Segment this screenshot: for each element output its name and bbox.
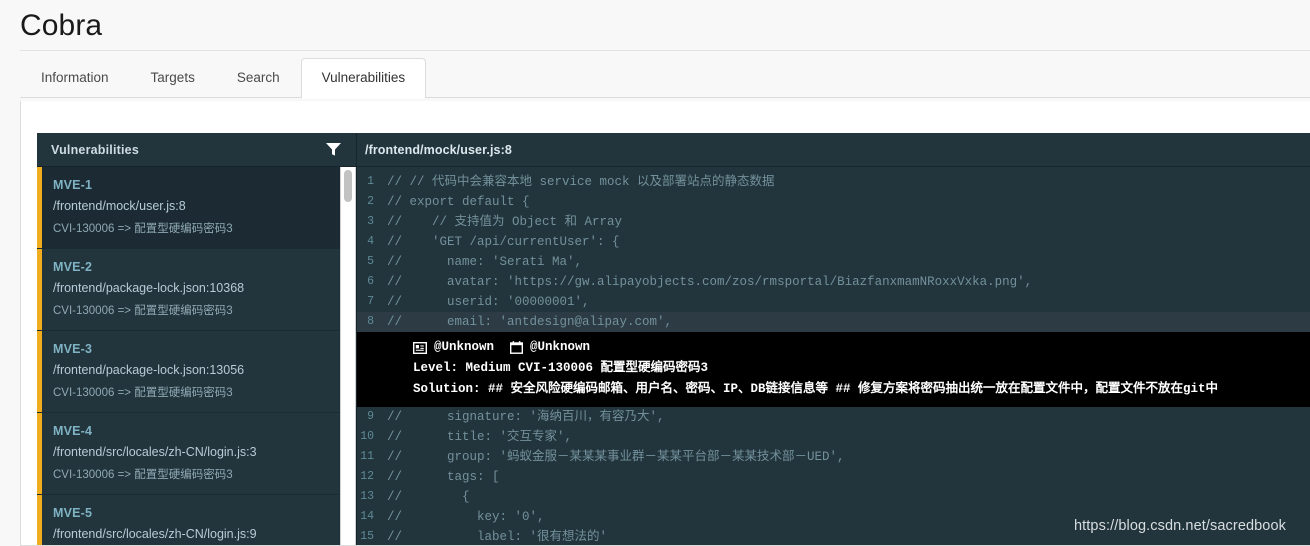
- code-line: 11 // group: '蚂蚁金服－某某某事业群－某某平台部－某某技术部－UED…: [357, 447, 1310, 467]
- vulnerability-id: MVE-1: [53, 178, 93, 192]
- vulnerability-annotation: @Unknown @Unknown Level: Medium CVI-130006…: [357, 332, 1310, 407]
- code-line: 8 // email: 'antdesign@alipay.com',: [357, 312, 1310, 332]
- vulnerability-list[interactable]: MVE-1/frontend/mock/user.js:8 CVI-130006 …: [37, 167, 340, 545]
- code-line: 6 // avatar: 'https://gw.alipayobjects.co…: [357, 272, 1310, 292]
- code-line-text: // 'GET /api/currentUser': {: [387, 235, 620, 249]
- sidebar-header: Vulnerabilities: [37, 133, 356, 167]
- code-line-number: 3: [367, 215, 374, 228]
- severity-indicator: [37, 413, 42, 494]
- code-line: 2 // export default {: [357, 192, 1310, 212]
- annotation-author: @Unknown: [434, 340, 495, 354]
- vulnerability-file-path: /frontend/src/locales/zh-CN/login.js:9: [53, 527, 257, 541]
- sidebar-title: Vulnerabilities: [51, 142, 139, 157]
- code-line-text: // {: [387, 490, 470, 504]
- code-line: 7 // userid: '00000001',: [357, 292, 1310, 312]
- tab-bar: Information Targets Search Vulnerabilities: [0, 51, 1310, 99]
- code-line-number: 8: [367, 315, 374, 328]
- tab-information[interactable]: Information: [20, 58, 130, 98]
- tab-vulnerabilities[interactable]: Vulnerabilities: [300, 58, 427, 99]
- code-line-number: 6: [367, 275, 374, 288]
- code-line-number: 7: [367, 295, 374, 308]
- contact-card-icon: [413, 341, 427, 354]
- code-line-number: 5: [367, 255, 374, 268]
- severity-indicator: [37, 495, 42, 545]
- vulnerability-list-item[interactable]: MVE-3/frontend/package-lock.json:13056 CV…: [37, 331, 340, 413]
- code-line: 3 // // 支持值为 Object 和 Array: [357, 212, 1310, 232]
- code-line-text: // title: '交互专家',: [387, 430, 573, 444]
- code-line-text: // // 支持值为 Object 和 Array: [387, 215, 623, 229]
- code-line: 5 // name: 'Serati Ma',: [357, 252, 1310, 272]
- filter-funnel-icon[interactable]: [325, 142, 342, 157]
- code-line-text: // email: 'antdesign@alipay.com',: [387, 315, 673, 329]
- content-card: Vulnerabilities MVE-1/frontend/mock/user…: [20, 101, 1310, 546]
- code-line-number: 15: [360, 530, 374, 543]
- vulnerability-workspace: Vulnerabilities MVE-1/frontend/mock/user…: [37, 133, 1310, 545]
- code-panel: /frontend/mock/user.js:8 1 // // 代码中会兼容本地…: [357, 133, 1310, 545]
- code-line-number: 14: [360, 510, 374, 523]
- annotation-meta: @Unknown @Unknown: [357, 337, 1310, 358]
- vulnerability-file-path: /frontend/package-lock.json:10368: [53, 281, 245, 295]
- code-viewer[interactable]: 1 // // 代码中会兼容本地 service mock 以及部署站点的静态数据…: [357, 167, 1310, 545]
- code-line: 12 // tags: [: [357, 467, 1310, 487]
- code-line-number: 10: [360, 430, 374, 443]
- severity-indicator: [37, 249, 42, 330]
- vulnerability-rule: CVI-130006 => 配置型硬编码密码3: [53, 387, 233, 399]
- severity-indicator: [37, 331, 42, 412]
- vulnerability-rule: CVI-130006 => 配置型硬编码密码3: [53, 305, 233, 317]
- code-line-number: 12: [360, 470, 374, 483]
- code-line: 1 // // 代码中会兼容本地 service mock 以及部署站点的静态数据: [357, 172, 1310, 192]
- vulnerability-id: MVE-5: [53, 506, 93, 520]
- vulnerability-id: MVE-3: [53, 342, 93, 356]
- vulnerability-id: MVE-2: [53, 260, 93, 274]
- vulnerability-list-item[interactable]: MVE-4/frontend/src/locales/zh-CN/login.j…: [37, 413, 340, 495]
- annotation-solution: Solution: ## 安全风险硬编码邮箱、用户名、密码、IP、DB链接信息等…: [413, 382, 1219, 396]
- code-line-text: // // 代码中会兼容本地 service mock 以及部署站点的静态数据: [387, 175, 775, 189]
- code-line-number: 4: [367, 235, 374, 248]
- annotation-date: @Unknown: [530, 340, 591, 354]
- code-line-text: // tags: [: [387, 470, 500, 484]
- code-line-text: // signature: '海纳百川，有容乃大',: [387, 410, 665, 424]
- code-line: 10 // title: '交互专家',: [357, 427, 1310, 447]
- code-line-text: // group: '蚂蚁金服－某某某事业群－某某平台部－某某技术部－UED',: [387, 450, 845, 464]
- sidebar-scrollbar[interactable]: [340, 167, 356, 545]
- tab-search[interactable]: Search: [216, 58, 301, 98]
- annotation-level: Level: Medium CVI-130006 配置型硬编码密码3: [413, 361, 709, 375]
- vulnerability-list-item[interactable]: MVE-1/frontend/mock/user.js:8 CVI-130006 …: [37, 167, 340, 249]
- watermark: https://blog.csdn.net/sacredbook: [1074, 518, 1286, 534]
- code-line: 4 // 'GET /api/currentUser': {: [357, 232, 1310, 252]
- code-line-text: // avatar: 'https://gw.alipayobjects.com…: [387, 275, 1033, 289]
- code-line: 13 // {: [357, 487, 1310, 507]
- vulnerability-id: MVE-4: [53, 424, 93, 438]
- calendar-icon: [510, 341, 524, 354]
- code-line-number: 13: [360, 490, 374, 503]
- vulnerability-list-item[interactable]: MVE-5/frontend/src/locales/zh-CN/login.j…: [37, 495, 340, 545]
- sidebar-scrollbar-thumb[interactable]: [344, 170, 352, 202]
- vulnerability-sidebar: Vulnerabilities MVE-1/frontend/mock/user…: [37, 133, 357, 545]
- code-line-number: 2: [367, 195, 374, 208]
- severity-indicator: [37, 167, 42, 248]
- vulnerability-file-path: /frontend/mock/user.js:8: [53, 199, 186, 213]
- code-line-number: 1: [367, 175, 374, 188]
- code-file-path: /frontend/mock/user.js:8: [365, 142, 512, 157]
- page-root: Cobra Information Targets Search Vulnerabil…: [0, 0, 1310, 546]
- sidebar-list-region: MVE-1/frontend/mock/user.js:8 CVI-130006 …: [37, 167, 356, 545]
- vulnerability-rule: CVI-130006 => 配置型硬编码密码3: [53, 469, 233, 481]
- code-line-number: 9: [367, 410, 374, 423]
- vulnerability-file-path: /frontend/src/locales/zh-CN/login.js:3: [53, 445, 257, 459]
- tab-targets[interactable]: Targets: [130, 58, 216, 98]
- vulnerability-rule: CVI-130006 => 配置型硬编码密码3: [53, 223, 233, 235]
- vulnerability-file-path: /frontend/package-lock.json:13056: [53, 363, 245, 377]
- page-title: Cobra: [20, 9, 103, 42]
- code-line-text: // export default {: [387, 195, 530, 209]
- vulnerability-list-item[interactable]: MVE-2/frontend/package-lock.json:10368 CV…: [37, 249, 340, 331]
- code-line-text: // name: 'Serati Ma',: [387, 255, 583, 269]
- code-line-text: // userid: '00000001',: [387, 295, 590, 309]
- code-line-number: 11: [360, 450, 374, 463]
- code-line: 9 // signature: '海纳百川，有容乃大',: [357, 407, 1310, 427]
- code-panel-header: /frontend/mock/user.js:8: [357, 133, 1310, 167]
